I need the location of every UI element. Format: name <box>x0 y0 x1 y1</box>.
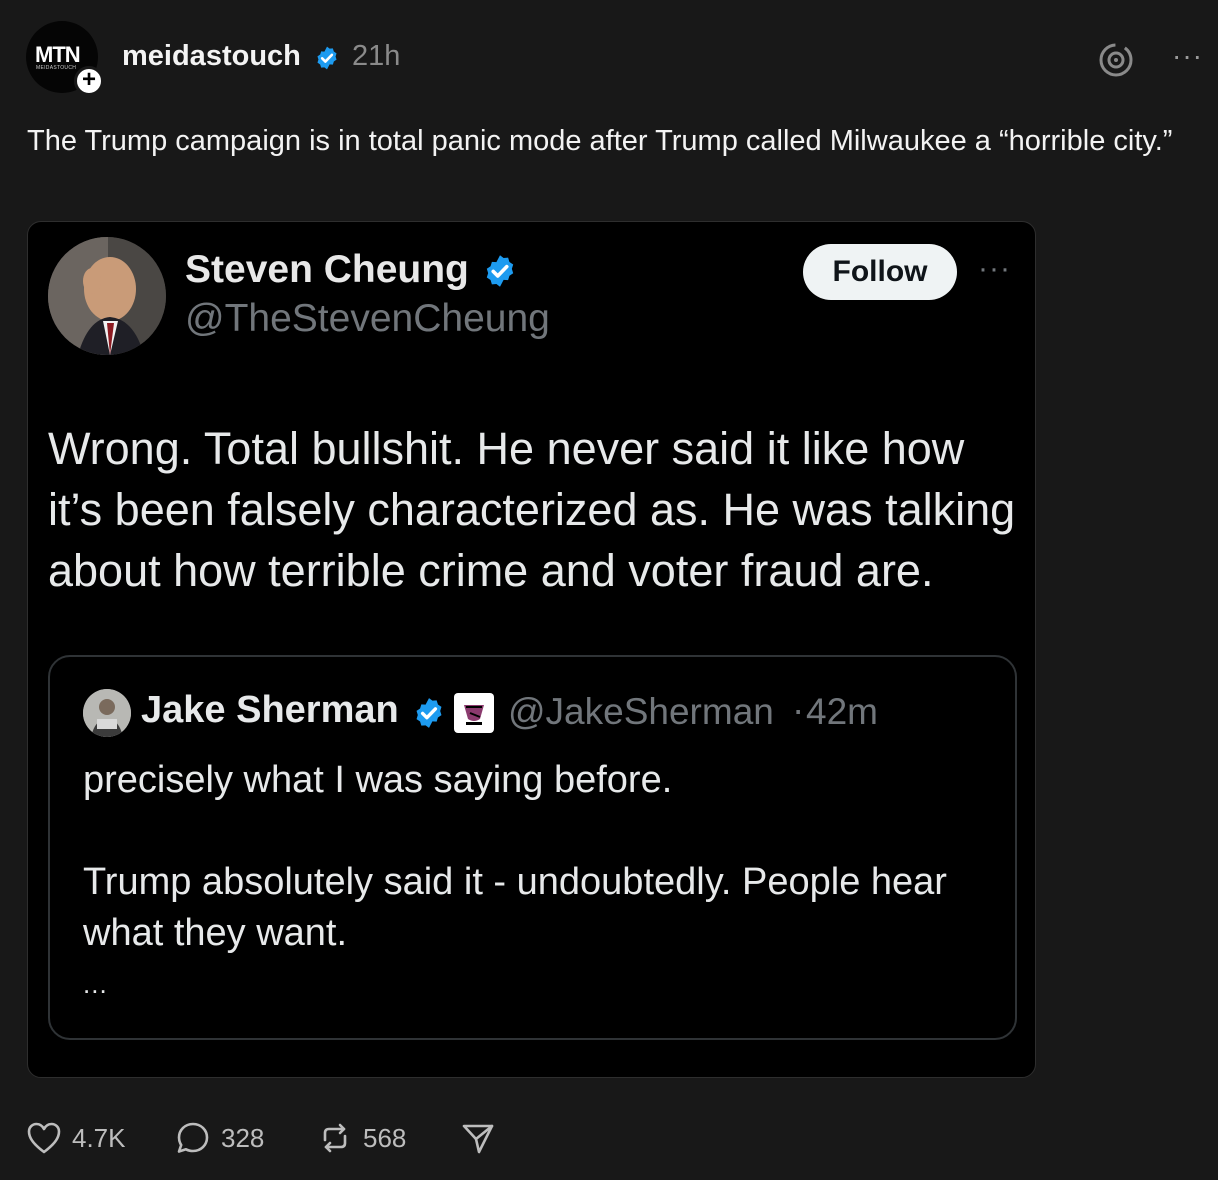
more-options-icon: ··· <box>978 252 1011 285</box>
quote-author-avatar <box>83 689 131 737</box>
embedded-screenshot[interactable]: Steven Cheung @TheStevenCheung Follow ··… <box>27 221 1036 1078</box>
share-button[interactable] <box>460 1116 496 1160</box>
post-timestamp: 21h <box>352 40 401 72</box>
repost-count: 568 <box>363 1122 407 1153</box>
affiliation-badge-icon <box>454 693 494 733</box>
author-avatar <box>48 237 166 355</box>
more-options-icon[interactable]: ··· <box>1172 40 1203 72</box>
avatar-logo-subtitle: MEIDASTOUCH <box>36 65 77 71</box>
heart-icon <box>27 1122 61 1154</box>
follow-plus-icon[interactable]: + <box>74 66 104 96</box>
quote-timestamp: 42m <box>806 691 878 732</box>
activity-icon[interactable] <box>1096 40 1136 80</box>
separator-dot: · <box>792 689 805 730</box>
author-handle: @TheStevenCheung <box>185 297 550 340</box>
repost-icon <box>323 1123 347 1153</box>
like-count: 4.7K <box>72 1122 126 1153</box>
quote-ellipsis: ... <box>83 969 108 999</box>
username[interactable]: meidastouch <box>122 40 301 73</box>
avatar[interactable]: MTN MEIDASTOUCH + <box>26 21 104 96</box>
send-icon <box>462 1124 494 1154</box>
reply-count: 328 <box>221 1122 265 1153</box>
verified-badge-icon <box>317 46 337 70</box>
like-button[interactable]: 4.7K <box>26 1116 126 1160</box>
quote-author-name: Jake Sherman <box>141 689 399 731</box>
quoted-tweet: Jake Sherman @JakeSherman · 42m precisel… <box>48 655 1017 1040</box>
repost-button[interactable]: 568 <box>317 1116 406 1160</box>
reply-button[interactable]: 328 <box>175 1116 264 1160</box>
quote-author-handle: @JakeSherman <box>508 691 774 732</box>
author-name: Steven Cheung <box>185 248 469 291</box>
follow-button: Follow <box>803 244 957 300</box>
quote-text-line-2: Trump absolutely said it - undoubtedly. … <box>83 861 947 954</box>
tweet-text: Wrong. Total bullshit. He never said it … <box>48 423 1016 596</box>
post-text: The Trump campaign is in total panic mod… <box>27 125 1173 157</box>
quote-text-line-1: precisely what I was saying before. <box>83 759 673 801</box>
verified-badge-icon <box>416 698 442 728</box>
verified-badge-icon <box>486 255 514 287</box>
comment-icon <box>177 1122 209 1153</box>
